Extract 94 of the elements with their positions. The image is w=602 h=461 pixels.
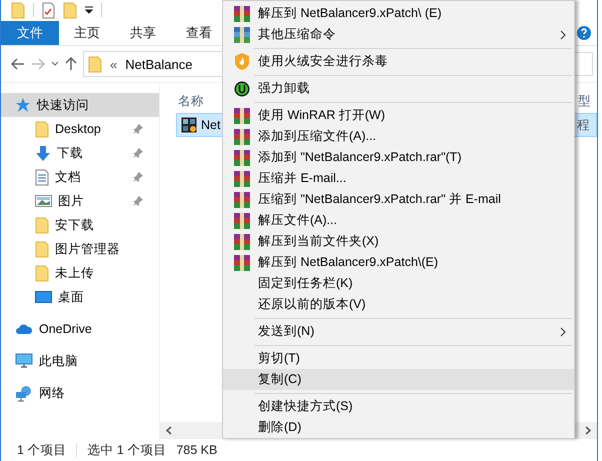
breadcrumb-chevron[interactable]: « [110,56,118,72]
nav-label: 未上传 [55,264,95,282]
nav-item[interactable]: 图片 [1,189,151,213]
menu-item[interactable]: 解压文件(A)... [223,210,574,231]
menu-item[interactable]: 复制(C) [223,369,574,390]
menu-item[interactable]: 添加到 "NetBalancer9.xPatch.rar"(T) [223,147,574,168]
nav-item[interactable]: 桌面 [1,285,151,309]
ribbon-tab[interactable]: 共享 [115,21,171,45]
nav-item[interactable]: 网络 [1,381,159,405]
up-arrow-icon[interactable] [65,57,77,71]
desktop-icon [35,290,52,304]
nav-label: 安下载 [55,216,95,234]
books-stack-icon [234,170,250,186]
column-header[interactable]: 名称 [178,92,204,110]
pictures-icon [35,194,52,208]
books-stack-icon [234,108,250,124]
menu-item[interactable]: 压缩到 "NetBalancer9.xPatch.rar" 并 E-mail [223,189,574,210]
books-stack-icon [234,26,250,42]
shield-flame-icon [234,53,250,70]
menu-item[interactable]: 添加到压缩文件(A)... [223,126,574,147]
folder-icon [35,264,49,282]
checked-document-icon[interactable] [42,2,55,18]
nav-item[interactable]: OneDrive [1,317,159,341]
folder-icon [35,216,49,234]
file-type: 程 [577,116,590,134]
breadcrumb-path[interactable]: NetBalance [125,56,192,72]
menu-item[interactable]: 固定到任务栏(K) [223,273,574,294]
download-arrow-icon [35,144,51,162]
books-stack-icon [234,150,250,166]
nav-item[interactable]: 下载 [1,141,151,165]
books-stack-icon [234,192,250,208]
document-icon [35,168,49,186]
help-icon[interactable] [577,26,591,40]
books-stack-icon [234,6,250,22]
scroll-left-icon[interactable] [166,426,172,435]
column-header[interactable]: 型 [578,92,591,110]
ribbon-tab[interactable]: 主页 [59,21,115,45]
menu-item[interactable]: 解压到 NetBalancer9.xPatch\ (E) [223,3,574,24]
pin-icon[interactable] [133,148,143,158]
nav-item[interactable]: 未上传 [1,261,151,285]
menu-item[interactable]: 删除(D) [223,417,574,438]
menu-item[interactable]: 解压到当前文件夹(X) [223,231,574,252]
nav-label: 桌面 [58,288,85,306]
menu-item[interactable]: 强力卸载 [223,78,574,99]
nav-label: Desktop [55,122,102,136]
menu-item[interactable]: 剪切(T) [223,348,574,369]
nav-label: 图片管理器 [55,240,121,258]
nav-label: 此电脑 [39,352,79,370]
nav-item[interactable]: 文档 [1,165,151,189]
nav-item[interactable]: 快速访问 [1,93,159,117]
application-icon [181,117,197,133]
nav-label: OneDrive [39,322,93,336]
nav-label: 快速访问 [37,96,90,114]
nav-item[interactable]: 此电脑 [1,349,159,373]
scroll-right-icon[interactable] [585,426,591,435]
cloud-icon [15,323,33,335]
monitor-icon [15,353,33,369]
star-icon [15,97,31,113]
nav-item[interactable]: 安下载 [1,213,151,237]
books-stack-icon [234,254,250,270]
ribbon-tab[interactable]: 文件 [1,21,59,45]
menu-item[interactable]: 压缩并 E-mail... [223,168,574,189]
menu-item[interactable]: 发送到(N) [223,321,574,342]
folder-icon [11,2,25,18]
selection-count: 选中 1 个项目 [87,442,166,458]
menu-item[interactable]: 使用 WinRAR 打开(W) [223,105,574,126]
back-arrow-icon[interactable] [11,58,25,70]
nav-label: 文档 [55,168,82,186]
books-stack-icon [234,128,250,144]
nav-label: 下载 [57,144,84,162]
menu-item[interactable]: 创建快捷方式(S) [223,396,574,417]
pin-icon[interactable] [133,172,143,182]
nav-item[interactable]: Desktop [1,117,151,141]
dropdown-chevron-icon[interactable] [51,61,59,67]
nav-label: 图片 [58,192,85,210]
folder-icon [35,120,49,138]
folder-icon [63,2,77,18]
nav-item[interactable]: 图片管理器 [1,237,151,261]
selection-size: 785 KB [176,443,218,457]
pin-icon[interactable] [133,196,143,206]
network-icon [15,384,33,402]
folder-icon [88,56,102,72]
pin-icon[interactable] [133,124,143,134]
menu-item[interactable]: 还原以前的版本(V) [223,294,574,315]
menu-item[interactable]: 解压到 NetBalancer9.xPatch\(E) [223,252,574,273]
file-name: Net [201,118,220,132]
menu-item[interactable]: 使用火绒安全进行杀毒 [223,51,574,72]
nav-label: 网络 [39,384,66,402]
item-count: 1 个项目 [17,442,66,458]
books-stack-icon [234,234,250,250]
power-circle-icon [234,80,250,96]
folder-icon [35,240,49,258]
books-stack-icon [234,212,250,228]
dropdown-icon[interactable] [85,6,93,14]
